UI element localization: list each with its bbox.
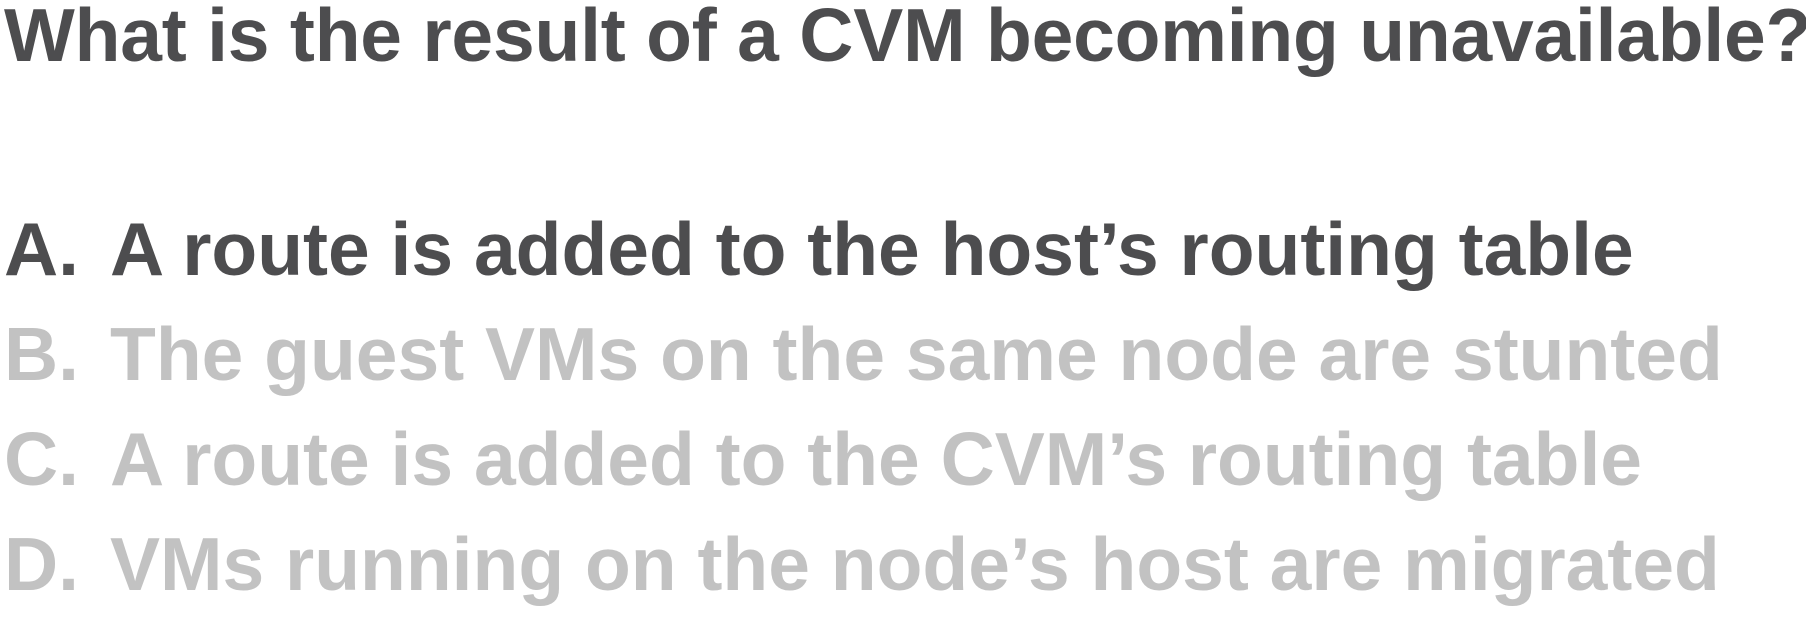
answer-letter: D. <box>4 522 79 606</box>
answer-text: VMs running on the node’s host are migra… <box>110 522 1720 606</box>
answer-text: A route is added to the CVM’s routing ta… <box>110 417 1643 501</box>
answer-letter: A. <box>4 207 79 291</box>
answer-letter: B. <box>4 312 79 396</box>
answer-text: The guest VMs on the same node are stunt… <box>110 312 1723 396</box>
answer-letter: C. <box>4 417 79 501</box>
answer-text: A route is added to the host’s routing t… <box>110 207 1634 291</box>
question-text: What is the result of a CVM becoming una… <box>4 0 1806 77</box>
